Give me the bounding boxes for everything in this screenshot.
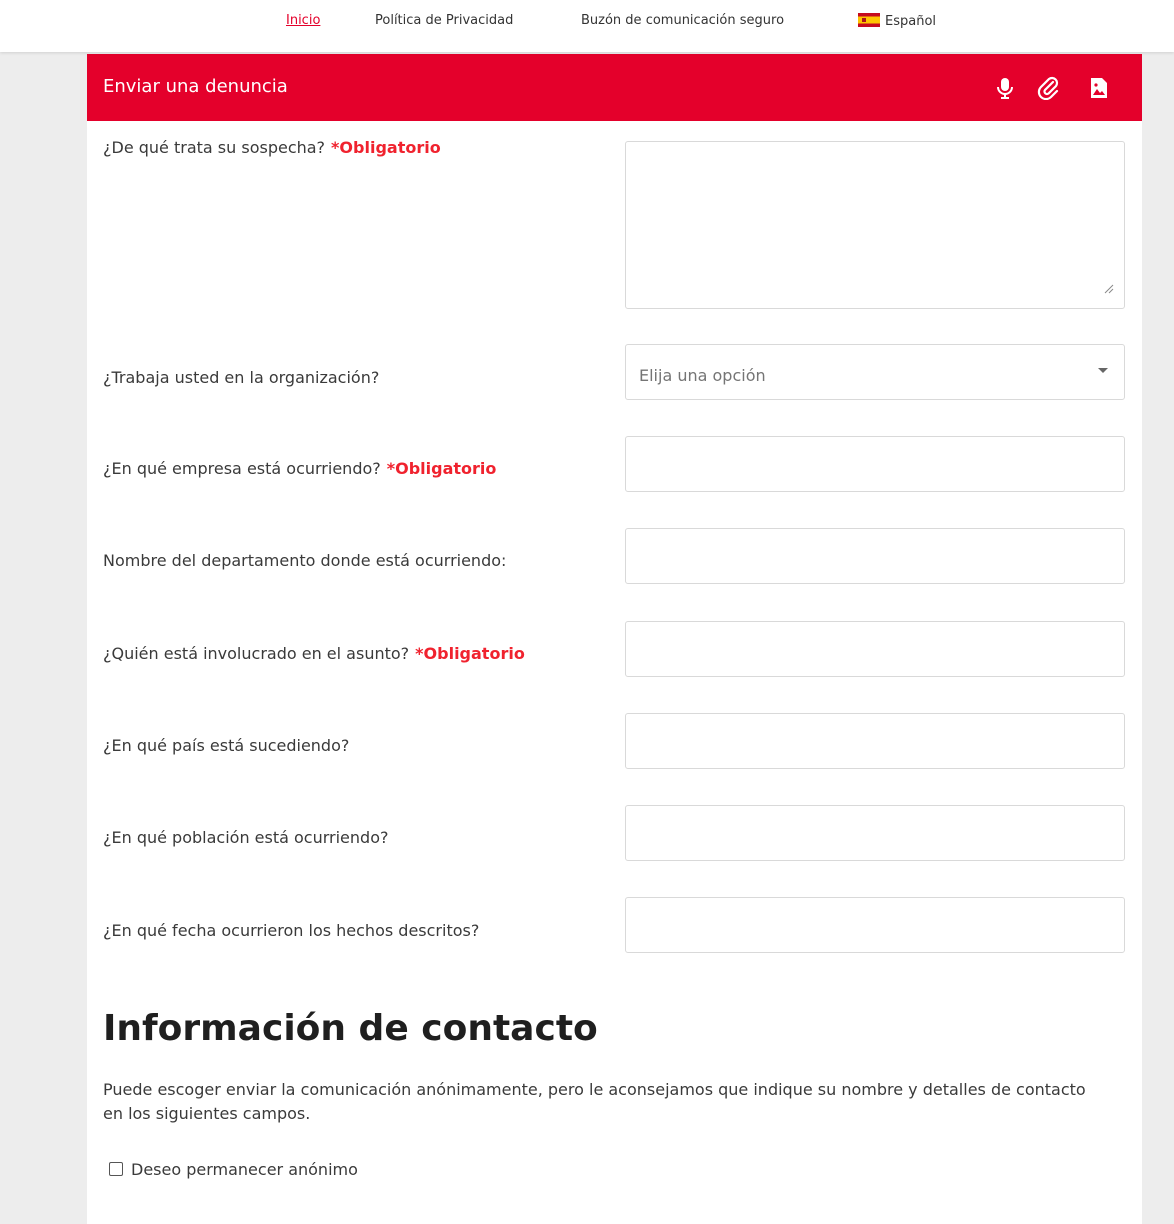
resize-handle-icon[interactable] [1104,284,1114,294]
country-label: ¿En qué país está sucediendo? [103,736,349,755]
department-label-text: Nombre del departamento donde está ocurr… [103,551,507,570]
language-selector[interactable]: Español [858,13,936,29]
nav-link-privacy[interactable]: Política de Privacidad [375,13,513,28]
form-title: Enviar una denuncia [103,76,288,97]
required-marker: *Obligatorio [415,644,525,663]
works-in-org-label: ¿Trabaja usted en la organización? [103,368,379,387]
spain-flag-icon [858,13,880,27]
nav-link-secure-mailbox[interactable]: Buzón de comunicación seguro [581,13,784,28]
required-marker: *Obligatorio [386,459,497,478]
top-navigation: Inicio Política de Privacidad Buzón de c… [0,0,1174,52]
country-label-text: ¿En qué país está sucediendo? [103,736,350,755]
town-input[interactable] [625,805,1125,861]
company-input[interactable] [625,436,1125,492]
works-in-org-select[interactable]: Elija una opción [625,344,1125,400]
nav-link-home[interactable]: Inicio [286,13,320,28]
paperclip-icon[interactable] [1037,76,1061,101]
suspicion-textarea[interactable] [625,141,1125,309]
town-label: ¿En qué población está ocurriendo? [103,828,388,847]
anonymous-label: Deseo permanecer anónimo [131,1160,358,1179]
chevron-down-icon [1098,368,1108,373]
anonymous-checkbox[interactable] [109,1162,123,1176]
contact-heading: Información de contacto [103,1008,598,1049]
microphone-icon[interactable] [993,76,1017,100]
anonymous-checkbox-row[interactable]: Deseo permanecer anónimo [109,1160,358,1179]
involved-label-text: ¿Quién está involucrado en el asunto? [103,644,410,663]
date-label: ¿En qué fecha ocurrieron los hechos desc… [103,921,479,940]
date-label-text: ¿En qué fecha ocurrieron los hechos desc… [103,921,480,940]
required-marker: *Obligatorio [331,138,441,157]
report-form-card: Enviar una denuncia ¿De qué trata su sos… [87,54,1142,1224]
town-label-text: ¿En qué población está ocurriendo? [103,828,389,847]
suspicion-label-text: ¿De qué trata su sospecha? [103,138,326,157]
involved-label: ¿Quién está involucrado en el asunto? *Ob… [103,644,525,663]
contact-description: Puede escoger enviar la comunicación anó… [103,1080,1086,1123]
form-header: Enviar una denuncia [87,54,1142,121]
department-input[interactable] [625,528,1125,584]
company-label: ¿En qué empresa está ocurriendo? *Obligat… [103,459,496,478]
language-label: Español [885,14,937,29]
department-label: Nombre del departamento donde está ocurr… [103,551,506,570]
country-input[interactable] [625,713,1125,769]
suspicion-label: ¿De qué trata su sospecha? *Obligatorio [103,138,441,157]
select-placeholder: Elija una opción [639,366,766,385]
file-image-icon[interactable] [1087,76,1111,100]
date-input[interactable] [625,897,1125,953]
works-in-org-label-text: ¿Trabaja usted en la organización? [103,368,380,387]
involved-input[interactable] [625,621,1125,677]
company-label-text: ¿En qué empresa está ocurriendo? [103,459,381,478]
